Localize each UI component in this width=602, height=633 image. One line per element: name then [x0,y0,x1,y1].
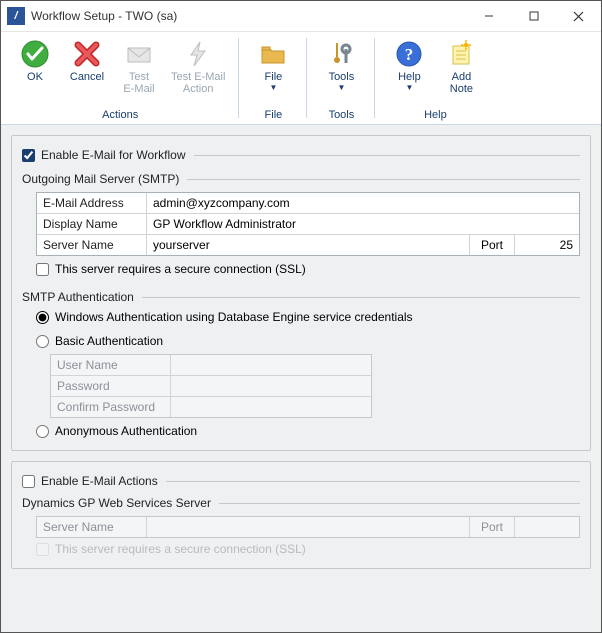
minimize-icon [484,11,494,21]
window: / Workflow Setup - TWO (sa) OK [0,0,602,633]
auth-windows-radio[interactable] [36,311,49,324]
password-label: Password [51,376,171,396]
ribbon-group-file: File ▼ File [239,32,307,124]
caret-down-icon: ▼ [405,84,413,92]
ribbon-group-help: ? Help ▼ Add Note Help [375,32,495,124]
caret-down-icon: ▼ [269,84,277,92]
tools-icon [325,38,357,70]
server-name-label: Server Name [37,235,147,255]
tools-button[interactable]: Tools ▼ [315,36,367,94]
display-name-label: Display Name [37,214,147,234]
enable-email-checkbox-label[interactable]: Enable E-Mail for Workflow [22,148,186,162]
caret-down-icon: ▼ [337,84,345,92]
username-label: User Name [51,355,171,375]
app-icon: / [7,7,25,25]
svg-text:?: ? [405,45,414,64]
titlebar: / Workflow Setup - TWO (sa) [1,1,601,32]
file-button[interactable]: File ▼ [247,36,299,94]
add-note-button[interactable]: Add Note [435,36,487,97]
password-input [171,376,371,396]
cancel-icon [71,38,103,70]
close-icon [573,11,584,22]
help-button[interactable]: ? Help ▼ [383,36,435,97]
port-label: Port [469,235,515,255]
maximize-icon [529,11,539,21]
display-name-input[interactable] [147,214,579,234]
auth-anon-radio-label[interactable]: Anonymous Authentication [36,424,580,438]
bolt-icon [182,38,214,70]
server-name-input[interactable] [147,235,469,255]
smtp-grid: E-Mail Address Display Name Server Name … [36,192,580,256]
ok-icon [19,38,51,70]
email-address-label: E-Mail Address [37,193,147,213]
auth-basic-radio-label[interactable]: Basic Authentication [36,334,580,348]
enable-actions-checkbox-label[interactable]: Enable E-Mail Actions [22,474,158,488]
ssl-checkbox[interactable] [36,263,49,276]
ribbon: OK Cancel Test E-Mail [1,32,601,125]
websrv-name-label: Server Name [37,517,147,537]
minimize-button[interactable] [466,1,511,31]
enable-email-checkbox[interactable] [22,149,35,162]
envelope-icon [123,38,155,70]
note-icon [445,38,477,70]
ssl-checkbox-label[interactable]: This server requires a secure connection… [36,262,580,276]
cancel-button[interactable]: Cancel [61,36,113,97]
websrv-port-label: Port [469,517,515,537]
auth-header: SMTP Authentication [22,290,134,304]
help-icon: ? [393,38,425,70]
form-body: Enable E-Mail for Workflow Outgoing Mail… [1,125,601,632]
auth-windows-radio-label[interactable]: Windows Authentication using Database En… [36,310,580,324]
test-email-action-button: Test E-Mail Action [165,36,231,97]
websrv-header: Dynamics GP Web Services Server [22,496,211,510]
basic-auth-grid: User Name Password Confirm Password [50,354,372,418]
ok-button[interactable]: OK [9,36,61,97]
auth-anon-radio[interactable] [36,425,49,438]
auth-basic-radio[interactable] [36,335,49,348]
confirm-password-label: Confirm Password [51,397,171,417]
ribbon-group-actions: OK Cancel Test E-Mail [1,32,239,124]
websrv-port-input [515,517,579,537]
email-workflow-section: Enable E-Mail for Workflow Outgoing Mail… [11,135,591,451]
close-button[interactable] [556,1,601,31]
websrv-name-input [147,517,469,537]
port-input[interactable] [515,235,579,255]
test-email-button: Test E-Mail [113,36,165,97]
confirm-password-input [171,397,371,417]
maximize-button[interactable] [511,1,556,31]
email-actions-section: Enable E-Mail Actions Dynamics GP Web Se… [11,461,591,569]
websrv-ssl-checkbox [36,543,49,556]
email-address-input[interactable] [147,193,579,213]
smtp-header: Outgoing Mail Server (SMTP) [22,172,179,186]
websrv-grid: Server Name Port [36,516,580,538]
username-input [171,355,371,375]
window-title: Workflow Setup - TWO (sa) [31,9,177,23]
websrv-ssl-checkbox-label: This server requires a secure connection… [36,542,580,556]
enable-actions-checkbox[interactable] [22,475,35,488]
folder-icon [257,38,289,70]
ribbon-group-tools: Tools ▼ Tools [307,32,375,124]
